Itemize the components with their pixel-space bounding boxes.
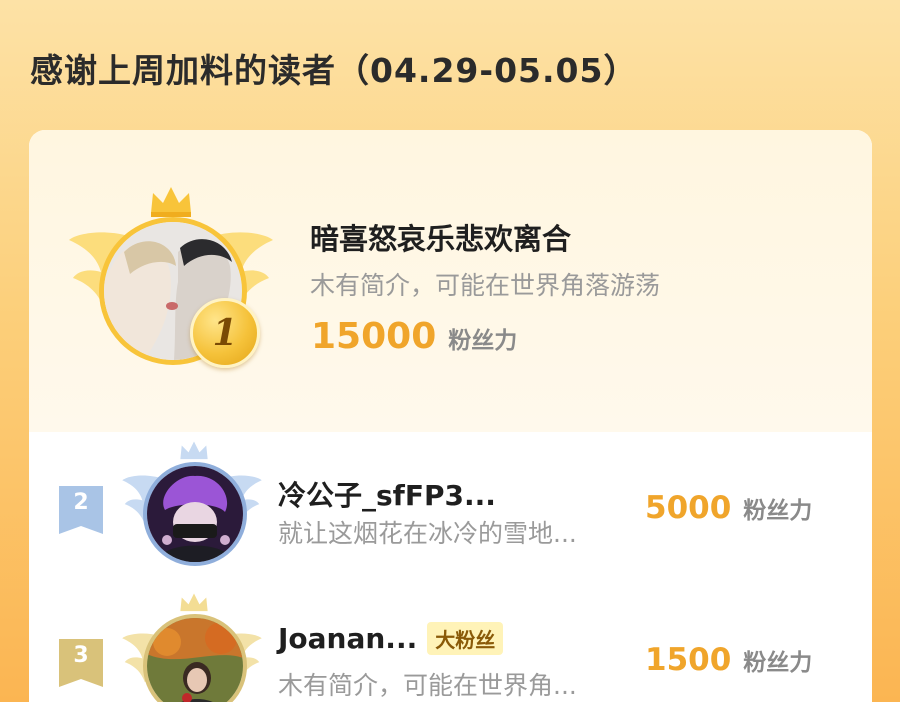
crown-icon [180,593,208,612]
fan-level-badge: 大粉丝 [427,622,504,655]
entry-name: Joanan... [278,622,418,655]
leaderboard-card: 1 暗喜怒哀乐悲欢离合 木有简介，可能在世界角落游荡 15000 粉丝力 2 冷… [29,130,872,702]
rank-3-badge: 3 [59,639,103,687]
points-unit: 粉丝力 [743,498,813,524]
points-value: 15000 [311,316,437,357]
points-unit: 粉丝力 [743,650,813,676]
entry-points: 5000 粉丝力 [645,490,812,526]
points-value: 1500 [645,642,732,678]
points-unit: 粉丝力 [448,328,518,354]
first-place-section[interactable]: 1 暗喜怒哀乐悲欢离合 木有简介，可能在世界角落游荡 15000 粉丝力 [29,130,872,432]
rank-2-badge: 2 [59,486,103,534]
first-place-bio: 木有简介，可能在世界角落游荡 [310,271,661,300]
entry-bio: 就让这烟花在冰冷的雪地... [278,519,577,548]
list-item-rank-3[interactable]: 3 Joanan... 大粉丝 木有简介，可能在世界角... 1500 粉丝力 [29,582,872,702]
list-item-rank-2[interactable]: 2 冷公子_sfFP3... 就让这烟花在冰冷的雪地... 5000 粉丝力 [29,432,872,566]
first-place-points: 15000 粉丝力 [311,316,517,357]
crown-icon [151,187,191,217]
entry-name: 冷公子_sfFP3... [278,479,496,512]
crown-icon [180,441,208,460]
entry-name-row: Joanan... 大粉丝 [278,622,504,655]
entry-points: 1500 粉丝力 [645,642,812,678]
entry-bio: 木有简介，可能在世界角... [278,671,577,700]
rank-1-medal: 1 [190,298,260,368]
points-value: 5000 [645,490,732,526]
page-title: 感谢上周加料的读者（04.29-05.05） [30,51,638,90]
first-place-name: 暗喜怒哀乐悲欢离合 [310,222,572,256]
avatar[interactable] [143,462,247,566]
